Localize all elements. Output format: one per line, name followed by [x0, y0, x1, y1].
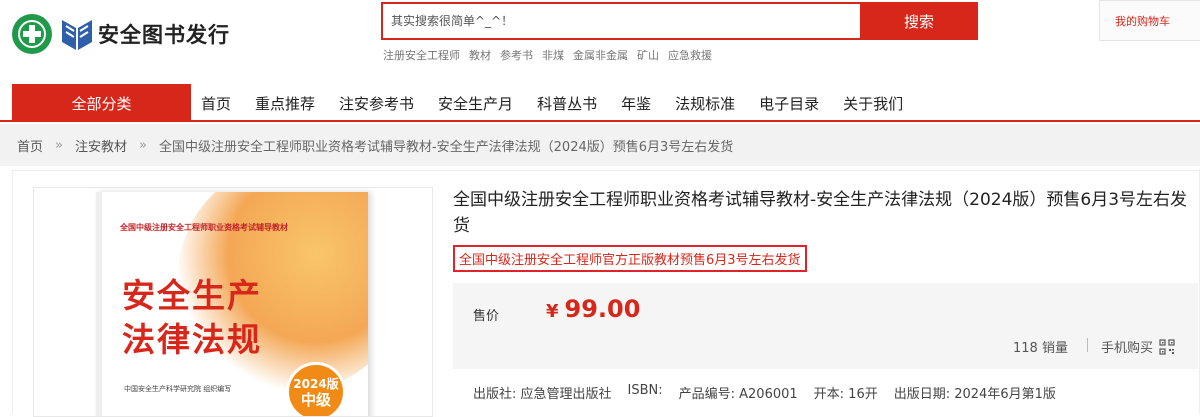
price-value: ¥99.00	[546, 295, 640, 323]
breadcrumb: 首页 » 注安教材 » 全国中级注册安全工程师职业资格考试辅导教材-安全生产法律…	[0, 124, 1200, 166]
site-logo[interactable]: 安全图书发行	[12, 12, 230, 56]
mobile-buy-label: 手机购买	[1101, 341, 1154, 356]
nav-item-catalog[interactable]: 电子目录	[759, 93, 819, 114]
search-box	[381, 2, 861, 40]
hot-word-link[interactable]: 参考书	[500, 47, 533, 63]
badge-year: 2024版	[293, 377, 339, 391]
meta-isbn: ISBN:	[627, 383, 663, 398]
product-info: 全国中级注册安全工程师职业资格考试辅导教材-安全生产法律法规（2024版）预售6…	[453, 187, 1198, 402]
edition-badge: 2024版 中级	[286, 362, 346, 416]
nav-item-about[interactable]: 关于我们	[843, 93, 903, 114]
meta-format: 开本: 16开	[813, 387, 878, 402]
logo-text: 安全图书发行	[98, 23, 230, 47]
breadcrumb-category[interactable]: 注安教材	[75, 136, 127, 155]
breadcrumb-separator: »	[139, 137, 147, 153]
cover-title: 安全生产 法律法规	[122, 274, 262, 362]
currency-symbol: ¥	[546, 301, 559, 322]
search-button[interactable]: 搜索	[860, 2, 978, 40]
cover-series-text: 全国中级注册安全工程师职业资格考试辅导教材	[120, 223, 288, 232]
hot-word-link[interactable]: 金属非金属	[573, 47, 628, 63]
badge-level: 中级	[300, 391, 331, 409]
promo-text: 全国中级注册安全工程师官方正版教材预售6月3号左右发货	[453, 245, 807, 272]
cover-title-line: 安全生产	[122, 276, 262, 315]
hot-search-words: 注册安全工程师 教材 参考书 非煤 金属非金属 矿山 应急救援	[383, 47, 712, 63]
price-amount: 99.00	[564, 295, 641, 323]
book-logo-icon	[62, 20, 92, 50]
site-header: 安全图书发行 搜索 注册安全工程师 教材 参考书 非煤 金属非金属 矿山 应急救…	[0, 0, 1200, 80]
product-meta: 出版社: 应急管理出版社 ISBN: 产品编号: A206001 开本: 16开…	[473, 383, 1056, 402]
main-nav: 全部分类 首页 重点推荐 注安参考书 安全生产月 科普丛书 年鉴 法规标准 电子…	[0, 84, 1200, 122]
all-categories-button[interactable]: 全部分类	[12, 84, 191, 122]
cover-publisher: 中国安全生产科学研究院 组织编写	[124, 385, 232, 393]
hot-word-link[interactable]: 矿山	[637, 47, 659, 63]
shopping-cart-button[interactable]: 我的购物车	[1099, 0, 1200, 41]
nav-items: 首页 重点推荐 注安参考书 安全生产月 科普丛书 年鉴 法规标准 电子目录 关于…	[201, 84, 927, 122]
nav-item-regulations[interactable]: 法规标准	[675, 93, 735, 114]
cover-title-line: 法律法规	[122, 320, 262, 359]
breadcrumb-home[interactable]: 首页	[17, 136, 43, 155]
nav-item-popular-science[interactable]: 科普丛书	[537, 93, 597, 114]
nav-item-reference[interactable]: 注安参考书	[339, 93, 414, 114]
product-image[interactable]: 全国中级注册安全工程师职业资格考试辅导教材 安全生产 法律法规 中国安全生产科学…	[33, 187, 433, 417]
price-panel: 售价 ¥99.00 118 销量 手机购买	[453, 283, 1198, 369]
meta-pub-date: 出版日期: 2024年6月第1版	[893, 387, 1056, 402]
nav-item-safety-month[interactable]: 安全生产月	[438, 93, 513, 114]
product-detail: 全国中级注册安全工程师职业资格考试辅导教材 安全生产 法律法规 中国安全生产科学…	[12, 170, 1200, 417]
divider	[1087, 338, 1088, 352]
hot-word-link[interactable]: 应急救援	[668, 47, 712, 63]
product-title: 全国中级注册安全工程师职业资格考试辅导教材-安全生产法律法规（2024版）预售6…	[453, 190, 1188, 236]
meta-product-no: 产品编号: A206001	[678, 387, 798, 402]
nav-item-yearbook[interactable]: 年鉴	[621, 93, 651, 114]
search-input[interactable]	[383, 4, 861, 38]
breadcrumb-separator: »	[55, 137, 63, 153]
hot-word-link[interactable]: 教材	[469, 47, 491, 63]
qr-code-icon	[1159, 338, 1175, 355]
hot-word-link[interactable]: 注册安全工程师	[383, 47, 460, 63]
mobile-buy-link[interactable]: 手机购买	[1101, 337, 1175, 356]
nav-item-home[interactable]: 首页	[201, 93, 231, 114]
book-cover: 全国中级注册安全工程师职业资格考试辅导教材 安全生产 法律法规 中国安全生产科学…	[96, 192, 368, 416]
hot-word-link[interactable]: 非煤	[542, 47, 564, 63]
casst-seal-icon	[12, 14, 52, 54]
meta-publisher: 出版社: 应急管理出版社	[473, 387, 612, 402]
nav-item-featured[interactable]: 重点推荐	[255, 93, 315, 114]
sales-count: 118 销量	[1013, 341, 1068, 356]
breadcrumb-current: 全国中级注册安全工程师职业资格考试辅导教材-安全生产法律法规（2024版）预售6…	[158, 139, 734, 155]
price-label: 售价	[473, 309, 500, 324]
